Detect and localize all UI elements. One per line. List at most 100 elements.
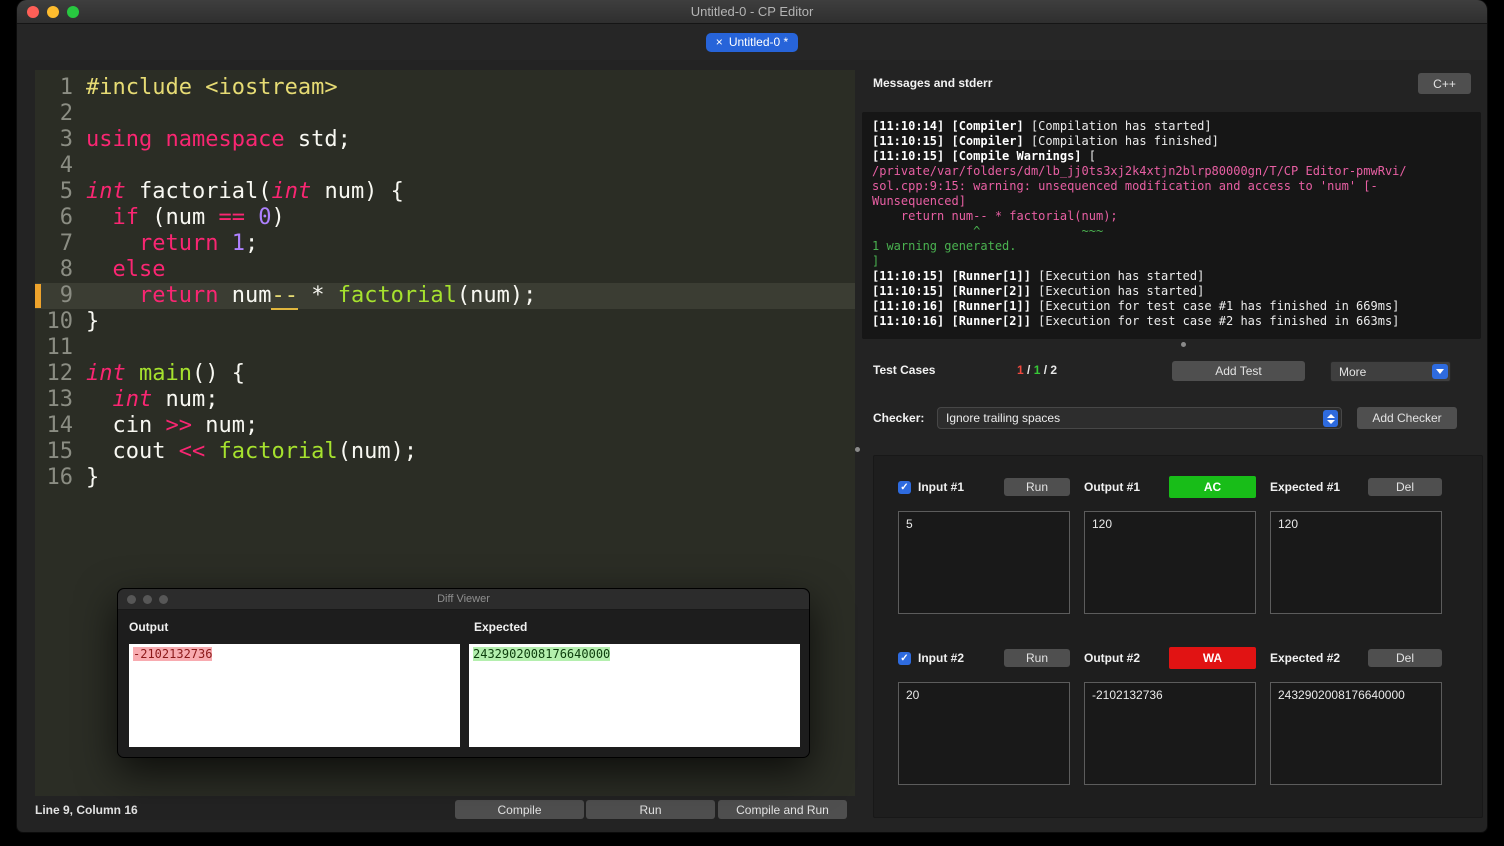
input-label: Input #1 bbox=[918, 480, 965, 494]
delete-testcase-button[interactable]: Del bbox=[1368, 478, 1442, 496]
test-case-row: ✓ Input #2 Run Output #2 WA Expected #2 … bbox=[898, 647, 1482, 785]
line-number: 1 bbox=[59, 75, 73, 100]
line-number: 14 bbox=[46, 413, 74, 438]
run-button[interactable]: Run bbox=[586, 800, 715, 819]
tab-untitled-0[interactable]: × Untitled-0 * bbox=[705, 32, 799, 52]
add-checker-button[interactable]: Add Checker bbox=[1357, 407, 1457, 429]
console-line: [11:10:16] [Runner[1]] [Execution for te… bbox=[872, 299, 1400, 313]
output-textarea[interactable]: 120 bbox=[1084, 511, 1256, 614]
right-panel: Messages and stderr C++ [11:10:14] [Comp… bbox=[855, 60, 1484, 832]
more-dropdown-label: More bbox=[1339, 364, 1367, 379]
diff-title-bar: Diff Viewer bbox=[118, 589, 809, 610]
code-line: 16} bbox=[35, 465, 855, 491]
code-line: 7 return 1; bbox=[35, 231, 855, 257]
code-line: 6 if (num == 0) bbox=[35, 205, 855, 231]
test-cases-list: ✓ Input #1 Run Output #1 AC Expected #1 … bbox=[873, 455, 1483, 818]
line-number: 9 bbox=[59, 283, 73, 308]
output-label: Output #1 bbox=[1084, 480, 1140, 494]
delete-testcase-button[interactable]: Del bbox=[1368, 649, 1442, 667]
line-number: 16 bbox=[46, 465, 74, 490]
code-line: 4 bbox=[35, 153, 855, 179]
expected-label: Expected #2 bbox=[1270, 651, 1341, 665]
close-window-icon[interactable] bbox=[127, 594, 136, 604]
tab-close-icon[interactable]: × bbox=[716, 36, 723, 48]
diff-window-controls bbox=[127, 594, 168, 604]
checker-selected-value: Ignore trailing spaces bbox=[946, 411, 1061, 425]
chevron-down-icon bbox=[1432, 364, 1448, 379]
line-number: 6 bbox=[59, 205, 73, 230]
minimize-window-icon[interactable] bbox=[47, 6, 59, 18]
line-number: 3 bbox=[59, 127, 73, 152]
testcase-checkbox[interactable]: ✓ bbox=[898, 480, 911, 494]
verdict-summary: 1 / 1 / 2 bbox=[1017, 363, 1058, 377]
line-number: 5 bbox=[59, 179, 73, 204]
window-title: Untitled-0 - CP Editor bbox=[690, 4, 814, 19]
code-line: 15 cout << factorial(num); bbox=[35, 439, 855, 465]
title-bar: Untitled-0 - CP Editor bbox=[17, 0, 1487, 24]
tab-bar: × Untitled-0 * bbox=[17, 24, 1487, 60]
input-label: Input #2 bbox=[918, 651, 965, 665]
diff-output-highlight: -2102132736 bbox=[133, 647, 213, 661]
code-line: 2 bbox=[35, 101, 855, 127]
run-testcase-button[interactable]: Run bbox=[1004, 478, 1070, 496]
tab-label: Untitled-0 * bbox=[728, 35, 789, 49]
line-number: 11 bbox=[46, 335, 74, 360]
compile-and-run-button[interactable]: Compile and Run bbox=[718, 800, 847, 819]
select-stepper-icon bbox=[1323, 410, 1338, 427]
language-button[interactable]: C++ bbox=[1418, 73, 1471, 94]
compile-button[interactable]: Compile bbox=[455, 800, 584, 819]
expected-textarea[interactable]: 120 bbox=[1270, 511, 1442, 614]
zoom-window-icon[interactable] bbox=[67, 6, 79, 18]
input-textarea[interactable]: 5 bbox=[898, 511, 1070, 614]
console-line: [11:10:15] [Runner[2]] [Execution has st… bbox=[872, 284, 1205, 298]
output-textarea[interactable]: -2102132736 bbox=[1084, 682, 1256, 785]
more-dropdown[interactable]: More bbox=[1330, 361, 1451, 382]
console-line: [11:10:15] [Compiler] [Compilation has f… bbox=[872, 134, 1219, 148]
diff-output-pane: -2102132736 bbox=[129, 644, 460, 747]
line-number: 12 bbox=[46, 361, 74, 386]
close-window-icon[interactable] bbox=[27, 6, 39, 18]
test-cases-label: Test Cases bbox=[873, 363, 936, 377]
output-label: Output #2 bbox=[1084, 651, 1140, 665]
code-line: 10} bbox=[35, 309, 855, 335]
splitter-handle-icon[interactable] bbox=[1181, 342, 1186, 347]
verdict-badge: AC bbox=[1169, 476, 1256, 498]
code-line: 5 int factorial(int num) { bbox=[35, 179, 855, 205]
messages-header: Messages and stderr bbox=[873, 76, 993, 90]
line-number: 10 bbox=[46, 309, 74, 334]
console-line: 1 warning generated. bbox=[872, 239, 1017, 253]
checker-select[interactable]: Ignore trailing spaces bbox=[937, 407, 1342, 429]
diff-expected-highlight: 2432902008176640000 bbox=[473, 647, 611, 661]
console-line: /private/var/folders/dm/lb_jj0ts3xj2k4xt… bbox=[872, 164, 1407, 178]
line-number: 13 bbox=[46, 387, 74, 412]
window-controls bbox=[27, 6, 79, 18]
test-case-row: ✓ Input #1 Run Output #1 AC Expected #1 … bbox=[898, 476, 1482, 614]
minimize-window-icon[interactable] bbox=[143, 594, 152, 604]
checker-label: Checker: bbox=[873, 411, 925, 425]
input-textarea[interactable]: 20 bbox=[898, 682, 1070, 785]
splitter-handle-icon[interactable] bbox=[855, 447, 860, 452]
code-line: 8 else bbox=[35, 257, 855, 283]
line-number: 2 bbox=[59, 101, 73, 126]
diff-output-label: Output bbox=[129, 620, 169, 634]
verdict-badge: WA bbox=[1169, 647, 1256, 669]
run-testcase-button[interactable]: Run bbox=[1004, 649, 1070, 667]
console-line: [11:10:16] [Runner[2]] [Execution for te… bbox=[872, 314, 1400, 328]
console-line: sol.cpp:9:15: warning: unsequenced modif… bbox=[872, 179, 1378, 193]
code-line: 13 int num; bbox=[35, 387, 855, 413]
zoom-window-icon[interactable] bbox=[159, 594, 168, 604]
code-line: 12 int main() { bbox=[35, 361, 855, 387]
console-line: [11:10:15] [Compile Warnings] [ bbox=[872, 149, 1096, 163]
code-line: 11 bbox=[35, 335, 855, 361]
code-line: 1 #include <iostream> bbox=[35, 75, 855, 101]
diff-viewer-window: Diff Viewer Output Expected -2102132736 … bbox=[117, 588, 810, 758]
add-test-button[interactable]: Add Test bbox=[1172, 361, 1305, 381]
line-number: 8 bbox=[59, 257, 73, 282]
line-number: 4 bbox=[59, 153, 73, 178]
expected-textarea[interactable]: 2432902008176640000 bbox=[1270, 682, 1442, 785]
code-line: 3 using namespace std; bbox=[35, 127, 855, 153]
console-line: return num-- * factorial(num); bbox=[872, 209, 1118, 223]
compiler-output-console[interactable]: [11:10:14] [Compiler] [Compilation has s… bbox=[862, 112, 1481, 339]
console-line: ^ ~~~ bbox=[872, 224, 1104, 238]
testcase-checkbox[interactable]: ✓ bbox=[898, 651, 911, 665]
